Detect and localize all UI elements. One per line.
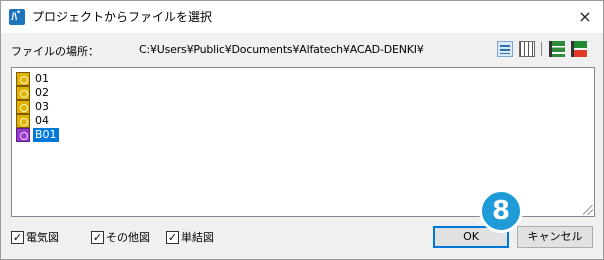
- checkbox-box[interactable]: ✓: [11, 231, 24, 244]
- app-icon: ﾊﾞ: [9, 9, 25, 25]
- folder-yellow-icon: [16, 100, 30, 114]
- checkbox-label: 電気図: [26, 231, 59, 244]
- select-file-dialog: ﾊﾞ プロジェクトからファイルを選択 × ファイルの場所： C:¥Users¥P…: [0, 0, 604, 260]
- cancel-button[interactable]: キャンセル: [517, 226, 593, 248]
- view-toolbar: [497, 37, 597, 61]
- list-item-label: B01: [33, 128, 59, 142]
- list-item-label: 03: [35, 100, 49, 113]
- resize-grip[interactable]: [583, 205, 593, 215]
- path-label: ファイルの場所：: [11, 45, 99, 58]
- checkbox-box[interactable]: ✓: [166, 231, 179, 244]
- folder-yellow-icon: [16, 72, 30, 86]
- toolbar-icon-b[interactable]: [571, 41, 587, 57]
- checkbox-label: その他図: [106, 231, 150, 244]
- list-item-label: 04: [35, 114, 49, 127]
- list-view-icon[interactable]: [497, 41, 513, 57]
- close-icon[interactable]: ×: [573, 5, 597, 29]
- title-bar: ﾊﾞ プロジェクトからファイルを選択 ×: [1, 1, 603, 33]
- folder-purple-icon: [16, 128, 30, 142]
- path-value: C:¥Users¥Public¥Documents¥Alfatech¥ACAD-…: [139, 43, 424, 56]
- folder-yellow-icon: [16, 86, 30, 100]
- dialog-title: プロジェクトからファイルを選択: [32, 10, 213, 24]
- toolbar-separator: [541, 42, 542, 56]
- detail-view-icon[interactable]: [519, 41, 535, 57]
- checkbox-box[interactable]: ✓: [91, 231, 104, 244]
- toolbar-icon-a[interactable]: [549, 41, 565, 57]
- list-item-label: 02: [35, 86, 49, 99]
- step-number-badge: 8: [479, 189, 523, 233]
- checkbox-label: 単結図: [181, 231, 214, 244]
- list-item-label: 01: [35, 72, 49, 85]
- folder-yellow-icon: [16, 114, 30, 128]
